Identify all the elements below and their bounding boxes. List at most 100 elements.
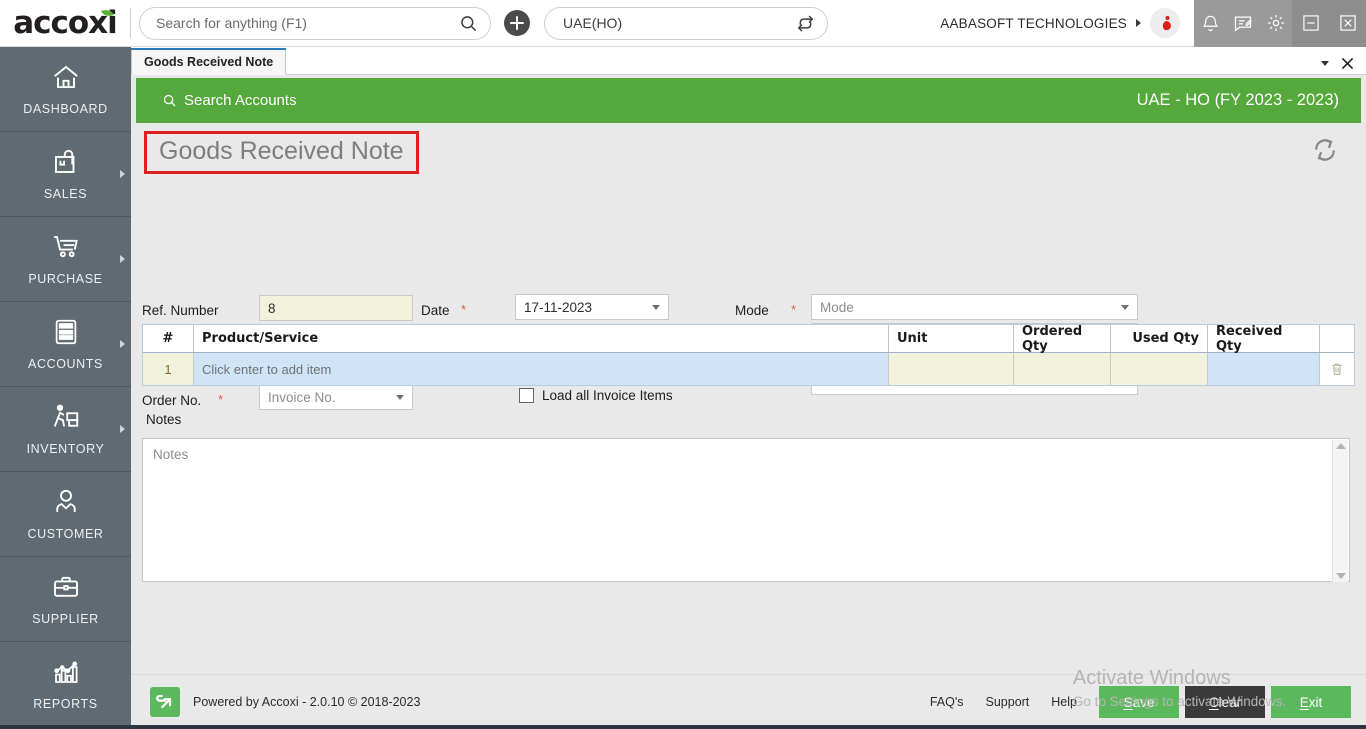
home-icon bbox=[49, 62, 83, 97]
exit-button[interactable]: Exit bbox=[1271, 686, 1351, 718]
link-faqs[interactable]: FAQ's bbox=[930, 695, 964, 709]
page-title-highlight: Goods Received Note bbox=[144, 130, 419, 174]
column-header-used-qty: Used Qty bbox=[1111, 325, 1208, 353]
chevron-right-icon bbox=[120, 340, 125, 348]
cell-index: 1 bbox=[143, 353, 194, 385]
bar-chart-icon bbox=[50, 657, 82, 692]
mode-placeholder: Mode bbox=[820, 299, 854, 315]
sidebar-item-label: CUSTOMER bbox=[27, 527, 104, 541]
mode-label: Mode bbox=[735, 303, 769, 318]
warehouse-worker-icon bbox=[49, 402, 83, 437]
branch-selector[interactable]: UAE(HO) bbox=[544, 6, 828, 40]
table-row[interactable]: 1 Click enter to add item bbox=[143, 353, 1354, 385]
sidebar-item-label: SUPPLIER bbox=[32, 612, 99, 626]
trash-icon[interactable] bbox=[1329, 361, 1345, 377]
cell-ordered-qty[interactable] bbox=[1014, 353, 1111, 385]
chevron-right-icon bbox=[120, 170, 125, 178]
shopping-bag-icon bbox=[50, 147, 82, 182]
close-icon[interactable] bbox=[1341, 57, 1354, 70]
avatar[interactable] bbox=[1150, 8, 1180, 38]
search-input[interactable] bbox=[156, 15, 459, 31]
column-header-product-service: Product/Service bbox=[194, 325, 889, 353]
content-area: Search Accounts UAE - HO (FY 2023 - 2023… bbox=[131, 75, 1366, 729]
page-title: Goods Received Note bbox=[159, 136, 404, 165]
ref-number-value: 8 bbox=[268, 300, 276, 316]
footer-links: FAQ's Support Help bbox=[930, 695, 1077, 709]
column-header-actions bbox=[1320, 325, 1354, 353]
cell-product-service[interactable]: Click enter to add item bbox=[194, 353, 889, 385]
search-accounts-label: Search Accounts bbox=[184, 92, 297, 109]
chevron-right-icon bbox=[120, 425, 125, 433]
search-accounts-button[interactable]: Search Accounts bbox=[162, 92, 297, 109]
chevron-down-icon[interactable] bbox=[1121, 304, 1129, 310]
order-no-placeholder: Invoice No. bbox=[268, 389, 336, 405]
global-search[interactable] bbox=[139, 6, 491, 40]
tab-label: Goods Received Note bbox=[144, 54, 274, 69]
briefcase-icon bbox=[50, 572, 82, 607]
sidebar-item-label: PURCHASE bbox=[28, 272, 103, 286]
cell-received-qty[interactable] bbox=[1208, 353, 1320, 385]
date-field[interactable]: 17-11-2023 bbox=[515, 294, 669, 320]
window-controls bbox=[1292, 0, 1366, 47]
notes-textarea[interactable]: Notes bbox=[142, 438, 1350, 582]
sidebar-item-inventory[interactable]: INVENTORY bbox=[0, 387, 131, 472]
company-area[interactable]: AABASOFT TECHNOLOGIES bbox=[940, 0, 1194, 47]
load-all-invoice-items-label: Load all Invoice Items bbox=[542, 388, 673, 403]
sidebar-item-reports[interactable]: REPORTS bbox=[0, 642, 131, 727]
tab-goods-received-note[interactable]: Goods Received Note bbox=[131, 48, 287, 75]
column-header-received-qty: Received Qty bbox=[1208, 324, 1320, 354]
column-header-unit: Unit bbox=[889, 325, 1014, 353]
gear-icon[interactable] bbox=[1266, 13, 1286, 33]
cell-unit[interactable] bbox=[889, 353, 1014, 385]
sidebar-item-supplier[interactable]: SUPPLIER bbox=[0, 557, 131, 642]
date-label: Date bbox=[421, 303, 450, 318]
table-header-row: # Product/Service Unit Ordered Qty Used … bbox=[143, 324, 1354, 354]
footer-bar: Powered by Accoxi - 2.0.10 © 2018-2023 F… bbox=[131, 674, 1366, 729]
sidebar-item-accounts[interactable]: ACCOUNTS bbox=[0, 302, 131, 387]
sidebar-item-label: DASHBOARD bbox=[23, 102, 108, 116]
bell-icon[interactable] bbox=[1201, 14, 1220, 33]
refresh-icon[interactable] bbox=[1310, 135, 1340, 170]
logo-divider bbox=[130, 8, 131, 38]
minimize-icon[interactable] bbox=[1301, 13, 1321, 33]
scroll-up-icon[interactable] bbox=[1335, 443, 1346, 449]
accoxi-footer-logo bbox=[150, 687, 180, 717]
chevron-down-icon[interactable] bbox=[396, 394, 404, 400]
chevron-right-icon[interactable] bbox=[1136, 19, 1141, 27]
calculator-icon bbox=[51, 317, 81, 352]
sidebar-item-customer[interactable]: CUSTOMER bbox=[0, 472, 131, 557]
ref-number-field[interactable]: 8 bbox=[259, 295, 413, 321]
order-no-field[interactable]: Invoice No. bbox=[259, 384, 413, 410]
save-button[interactable]: Save bbox=[1099, 686, 1179, 718]
link-support[interactable]: Support bbox=[986, 695, 1030, 709]
load-all-invoice-items-checkbox-group[interactable]: Load all Invoice Items bbox=[519, 388, 673, 403]
switch-branch-icon[interactable] bbox=[796, 14, 815, 33]
application-window: accoxi UAE(HO) AABASOFT TECHNOLOGIES bbox=[0, 0, 1366, 729]
column-header-index: # bbox=[143, 325, 194, 353]
date-value: 17-11-2023 bbox=[524, 299, 593, 315]
cell-actions[interactable] bbox=[1320, 353, 1354, 385]
mode-field[interactable]: Mode bbox=[811, 294, 1138, 320]
search-icon[interactable] bbox=[459, 14, 478, 33]
add-new-button[interactable] bbox=[504, 10, 530, 36]
link-help[interactable]: Help bbox=[1051, 695, 1077, 709]
close-icon[interactable] bbox=[1338, 13, 1358, 33]
bottom-strip bbox=[0, 725, 1366, 729]
page-header: Goods Received Note bbox=[131, 123, 1366, 181]
clear-button[interactable]: Clear bbox=[1185, 686, 1265, 718]
ref-number-label: Ref. Number bbox=[142, 303, 219, 318]
load-all-invoice-items-checkbox[interactable] bbox=[519, 388, 534, 403]
branch-value: UAE(HO) bbox=[563, 15, 623, 31]
sidebar-item-purchase[interactable]: PURCHASE bbox=[0, 217, 131, 302]
chevron-down-icon[interactable] bbox=[652, 304, 660, 310]
sidebar-item-dashboard[interactable]: DASHBOARD bbox=[0, 47, 131, 132]
chevron-down-icon[interactable] bbox=[1321, 61, 1329, 66]
notes-scrollbar[interactable] bbox=[1332, 440, 1348, 582]
scroll-down-icon[interactable] bbox=[1335, 573, 1346, 579]
order-no-required-marker: * bbox=[218, 392, 224, 407]
date-required-marker: * bbox=[461, 302, 467, 317]
message-icon[interactable] bbox=[1233, 13, 1253, 33]
cell-used-qty[interactable] bbox=[1111, 353, 1208, 385]
powered-by-text: Powered by Accoxi - 2.0.10 © 2018-2023 bbox=[193, 695, 421, 709]
sidebar-item-sales[interactable]: SALES bbox=[0, 132, 131, 217]
